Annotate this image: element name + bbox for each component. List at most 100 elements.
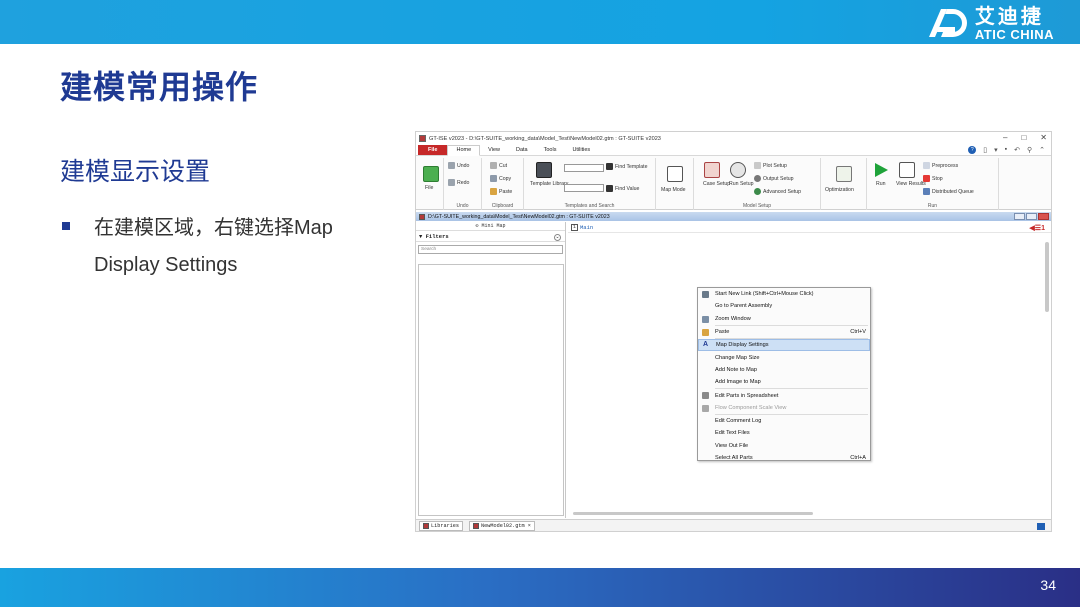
close-icon[interactable]: ✕ — [1040, 133, 1047, 142]
find-value-input[interactable] — [564, 184, 604, 192]
redo-button[interactable]: Redo — [448, 179, 469, 186]
find-value-button[interactable]: Find Value — [606, 185, 639, 192]
filter-collapse-icon[interactable]: ⌄ — [554, 234, 561, 241]
run-setup-button[interactable]: Run Setup — [729, 181, 754, 187]
tab-view[interactable]: View — [480, 146, 508, 155]
context-menu-item-label: Add Image to Map — [715, 379, 761, 386]
model-file-icon — [473, 523, 480, 529]
find-template-button[interactable]: Find Template — [606, 163, 648, 170]
advanced-setup-button[interactable]: Advanced Setup — [754, 188, 801, 195]
context-menu-item[interactable]: Paste Ctrl+V — [698, 326, 870, 338]
context-menu-item[interactable]: Start New Link (Shift+Ctrl+Mouse Click) — [698, 288, 870, 300]
context-menu-item-label: Edit Parts in Spreadsheet — [715, 392, 779, 399]
left-panel: ⊙ Mini Map ▼ Filters ⌄ Search — [416, 222, 566, 518]
logo-english-text: ATIC CHINA — [974, 26, 1054, 42]
undo-qat-icon[interactable]: ↶ — [1014, 146, 1020, 154]
horizontal-scrollbar[interactable] — [573, 512, 813, 515]
file-folder-icon[interactable] — [423, 166, 439, 182]
copy-button[interactable]: Copy — [490, 175, 511, 182]
view-results-button[interactable]: View Results — [896, 181, 926, 187]
bullet-text: 在建模区域，右键选择Map Display Settings — [94, 217, 333, 276]
context-menu-item[interactable]: A Map Display Settings — [698, 339, 870, 352]
context-menu-item[interactable]: Add Image to Map — [698, 376, 870, 388]
context-menu-shortcut: Ctrl+A — [850, 455, 866, 461]
distributed-queue-button[interactable]: Distributed Queue — [923, 188, 974, 195]
help-icon[interactable]: ? — [968, 146, 977, 154]
new-file-icon[interactable]: ▯ — [983, 146, 987, 154]
maximize-icon[interactable]: □ — [1021, 133, 1026, 142]
context-menu-item[interactable]: Add Note to Map — [698, 364, 870, 376]
app-title: GT-ISE v2023 - D:\GT-SUITE_working_data\… — [429, 135, 661, 142]
context-menu-item[interactable]: Change Map Size — [698, 351, 870, 363]
output-setup-button[interactable]: Output Setup — [754, 175, 794, 182]
preprocess-button[interactable]: Preprocess — [923, 162, 958, 169]
context-menu-item[interactable]: Edit Text Files — [698, 427, 870, 439]
context-menu-item[interactable]: Edit Comment Log — [698, 415, 870, 427]
template-library-icon[interactable] — [536, 162, 552, 178]
find-template-input[interactable] — [564, 164, 604, 172]
optimization-icon[interactable] — [836, 166, 852, 182]
doc-close-icon[interactable] — [1038, 213, 1049, 220]
context-menu-item[interactable]: Go to Parent Assembly — [698, 300, 870, 312]
tab-file[interactable]: File — [418, 145, 448, 155]
context-menu-item[interactable]: Select All Parts Ctrl+A — [698, 452, 870, 464]
status-icon[interactable] — [1037, 523, 1045, 530]
clock-icon[interactable] — [730, 162, 746, 178]
plot-setup-button[interactable]: Plot Setup — [754, 162, 787, 169]
stop-button[interactable]: Stop — [923, 175, 943, 182]
tab-newmodel02[interactable]: NewModel02.gtm × — [469, 521, 535, 531]
view-results-icon[interactable] — [899, 162, 915, 178]
context-menu-item[interactable]: View Out File — [698, 440, 870, 452]
tab-tools[interactable]: Tools — [536, 146, 565, 155]
map-mode-button[interactable]: Map Mode — [661, 187, 686, 193]
flow-icon — [702, 404, 709, 412]
template-library-button[interactable]: Template Library — [530, 181, 568, 188]
tab-home[interactable]: Home — [447, 145, 481, 156]
model-map-area[interactable]: 1 Main ◀☰1 Start New Link (Shift+Ctrl+Mo… — [568, 222, 1051, 518]
tab-data[interactable]: Data — [508, 146, 536, 155]
run-button[interactable]: Run — [876, 181, 886, 187]
binoculars-icon — [606, 185, 613, 192]
case-setup-icon[interactable] — [704, 162, 720, 178]
assembly-level-indicator[interactable]: ◀☰1 — [1029, 224, 1045, 232]
open-icon[interactable]: ▾ — [994, 146, 998, 154]
context-menu-item-label: Select All Parts — [715, 455, 753, 461]
minimize-icon[interactable]: – — [1003, 133, 1007, 142]
document-title: D:\GT-SUITE_working_data\Model_Test\NewM… — [428, 213, 610, 220]
context-menu-item[interactable]: Zoom Window — [698, 313, 870, 325]
plot-icon — [754, 162, 761, 169]
search-input[interactable]: Search — [418, 245, 563, 254]
context-menu-item[interactable]: Flow Component Scale View — [698, 402, 870, 414]
tab-libraries[interactable]: Libraries — [419, 521, 464, 531]
doc-restore-icon[interactable] — [1026, 213, 1037, 220]
crosshair-icon[interactable] — [667, 166, 683, 182]
mini-map-header[interactable]: ⊙ Mini Map — [416, 222, 565, 231]
search-qat-icon[interactable]: ⚲ — [1027, 146, 1032, 154]
document-titlebar: D:\GT-SUITE_working_data\Model_Test\NewM… — [416, 212, 1051, 221]
cut-button[interactable]: Cut — [490, 162, 507, 169]
tab-utilities[interactable]: Utilities — [564, 146, 598, 155]
vertical-scrollbar[interactable] — [1045, 242, 1049, 312]
templates-group-label: Templates and Search — [564, 203, 615, 209]
paste-button[interactable]: Paste — [490, 188, 512, 195]
library-tree[interactable] — [418, 264, 564, 516]
case-setup-button[interactable]: Case Setup — [703, 181, 730, 187]
file-button[interactable]: File — [425, 185, 433, 191]
page-number: 34 — [1040, 577, 1056, 593]
company-logo: 艾迪捷 ATIC CHINA — [925, 4, 1054, 42]
tab-main-map[interactable]: 1 Main — [571, 223, 593, 231]
filters-header[interactable]: ▼ Filters — [416, 231, 565, 242]
run-play-icon[interactable] — [873, 162, 889, 178]
context-menu-item-label: Add Note to Map — [715, 366, 757, 373]
undo-button[interactable]: Undo — [448, 162, 469, 169]
save-icon[interactable]: ▪ — [1005, 146, 1007, 154]
collapse-ribbon-icon[interactable]: ⌃ — [1039, 146, 1045, 154]
optimization-button[interactable]: Optimization — [825, 187, 854, 193]
clipboard-group-label: Clipboard — [491, 203, 514, 209]
ribbon: File Undo Redo Undo Cut Copy Paste Clipb… — [416, 156, 1051, 210]
doc-minimize-icon[interactable] — [1014, 213, 1025, 220]
context-menu-item[interactable]: Edit Parts in Spreadsheet — [698, 389, 870, 401]
preprocess-icon — [923, 162, 930, 169]
section-title: 建模显示设置 — [60, 157, 211, 186]
document-icon — [419, 213, 425, 220]
